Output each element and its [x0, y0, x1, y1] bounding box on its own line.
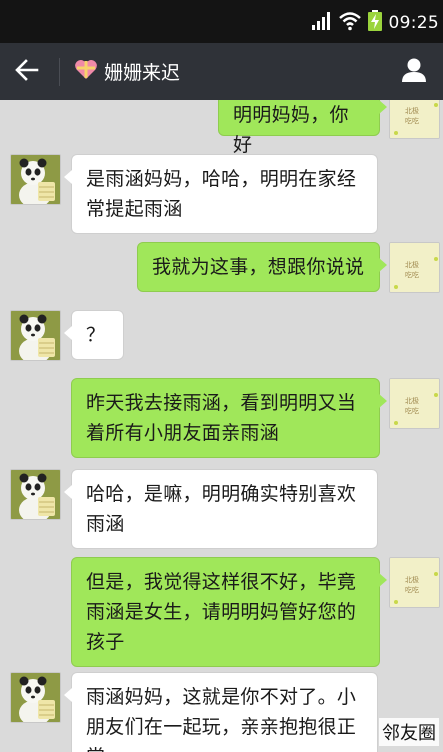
- svg-text:吃吃: 吃吃: [405, 406, 419, 415]
- watermark-label: 邻友圈: [379, 718, 439, 746]
- chat-title: 姗姗来迟: [104, 61, 181, 84]
- avatar-self[interactable]: 北极 吃吃: [389, 242, 440, 293]
- header-divider: [59, 58, 60, 86]
- status-time: 09:25: [388, 13, 439, 33]
- svg-text:北极: 北极: [405, 260, 419, 269]
- message-bubble[interactable]: ？: [64, 310, 124, 360]
- svg-text:北极: 北极: [405, 106, 419, 115]
- avatar-self[interactable]: 北极 吃吃: [389, 378, 440, 429]
- avatar-contact[interactable]: [10, 154, 61, 205]
- message-bubble[interactable]: 是雨涵妈妈，哈哈，明明在家经常提起雨涵: [64, 154, 378, 234]
- status-bar: 09:25: [0, 0, 443, 43]
- contact-info-button[interactable]: [395, 53, 433, 91]
- chat-title-group: 姗姗来迟: [74, 56, 180, 86]
- avatar-self[interactable]: 北极 吃吃: [389, 100, 440, 139]
- status-icons: 09:25: [311, 10, 440, 36]
- message-bubble[interactable]: 但是，我觉得这样很不好，毕竟雨涵是女生，请明明妈管好您的孩子: [71, 557, 387, 667]
- wifi-icon: [338, 11, 361, 35]
- svg-text:北极: 北极: [405, 575, 419, 584]
- chat-header: 姗姗来迟: [0, 43, 443, 100]
- battery-charging-icon: [367, 10, 383, 36]
- message-bubble[interactable]: 我就为这事，想跟你说说: [137, 242, 387, 292]
- avatar-contact[interactable]: [10, 310, 61, 361]
- svg-text:吃吃: 吃吃: [405, 116, 419, 125]
- avatar-self[interactable]: 北极 吃吃: [389, 557, 440, 608]
- avatar-contact[interactable]: [10, 469, 61, 520]
- arrow-left-icon: [15, 59, 39, 85]
- message-bubble[interactable]: 哈哈，是嘛，明明确实特别喜欢雨涵: [64, 469, 378, 549]
- back-button[interactable]: [8, 53, 46, 91]
- svg-text:吃吃: 吃吃: [405, 270, 419, 279]
- message-bubble[interactable]: 明明妈妈，你好: [218, 100, 387, 156]
- message-bubble[interactable]: 雨涵妈妈，这就是你不对了。小朋友们在一起玩，亲亲抱抱很正常: [64, 672, 378, 752]
- signal-icon: [311, 11, 333, 35]
- message-bubble[interactable]: 昨天我去接雨涵，看到明明又当着所有小朋友面亲雨涵: [71, 378, 387, 458]
- heart-gift-icon: [74, 58, 98, 84]
- svg-text:吃吃: 吃吃: [405, 585, 419, 594]
- avatar-contact[interactable]: [10, 672, 61, 723]
- chat-message-list[interactable]: 明明妈妈，你好 北极 吃吃 是雨涵妈妈，哈哈，明明在家经常提起雨涵 我就为这事，…: [0, 100, 443, 752]
- person-icon: [401, 57, 427, 87]
- svg-text:北极: 北极: [405, 396, 419, 405]
